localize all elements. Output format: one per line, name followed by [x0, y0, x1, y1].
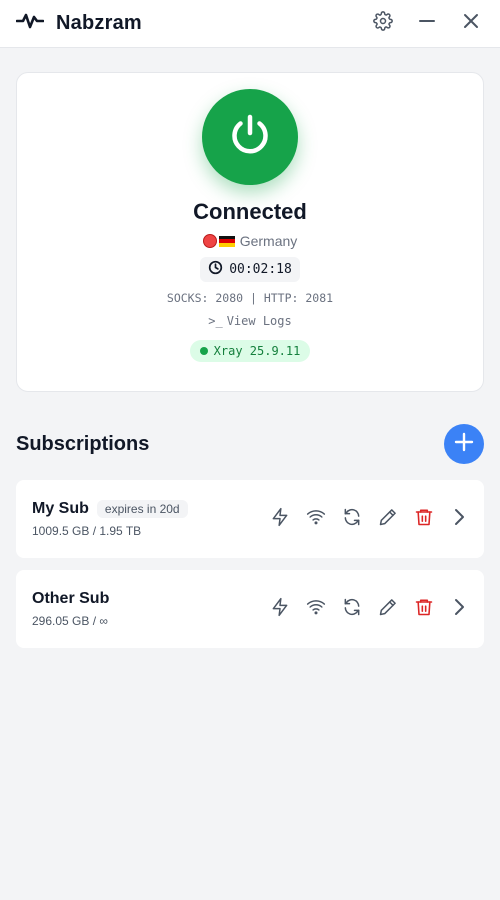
subscription-name-row: Other Sub — [32, 590, 109, 608]
subscription-info: My Sub expires in 20d 1009.5 GB / 1.95 T… — [32, 500, 188, 538]
subscription-usage: 296.05 GB / ∞ — [32, 614, 108, 628]
subscriptions-header: Subscriptions — [16, 424, 484, 464]
refresh-button[interactable] — [340, 597, 364, 621]
add-subscription-button[interactable] — [444, 424, 484, 464]
ping-button[interactable] — [304, 507, 328, 531]
server-location: Germany — [202, 233, 298, 249]
status-dot-icon — [199, 347, 208, 355]
subscription-card[interactable]: Other Sub 296.05 GB / ∞ — [16, 570, 484, 648]
connection-status: Connected — [193, 199, 307, 224]
subscription-actions — [268, 507, 468, 531]
expiry-badge: expires in 20d — [96, 500, 188, 518]
status-dot-icon — [202, 234, 217, 248]
plus-icon — [454, 432, 474, 457]
pencil-icon — [378, 597, 398, 622]
core-version-badge: Xray 25.9.11 — [189, 340, 311, 362]
brand: Nabzram — [15, 12, 142, 35]
connection-status-card: Connected Germany 00:02:18 SOCKS: 2080 |… — [16, 72, 484, 392]
title-bar: Nabzram — [0, 0, 500, 48]
delete-button[interactable] — [412, 507, 436, 531]
refresh-icon — [342, 507, 362, 532]
view-logs-label: View Logs — [226, 314, 292, 328]
chevron-right-icon — [452, 597, 466, 622]
edit-button[interactable] — [376, 597, 400, 621]
terminal-icon: >_ — [208, 314, 223, 328]
subscription-name: My Sub — [32, 500, 89, 517]
test-servers-button[interactable] — [268, 507, 292, 531]
proxy-ports: SOCKS: 2080 | HTTP: 2081 — [166, 291, 334, 305]
pencil-icon — [378, 507, 398, 532]
subscription-actions — [268, 597, 468, 621]
clock-icon — [208, 260, 223, 279]
window-controls — [370, 11, 484, 37]
test-servers-button[interactable] — [268, 597, 292, 621]
germany-flag-icon — [218, 235, 235, 247]
subscriptions-title: Subscriptions — [16, 432, 150, 455]
wifi-icon — [306, 597, 326, 622]
power-icon — [226, 111, 274, 164]
open-subscription-button[interactable] — [450, 597, 468, 621]
subscription-name-row: My Sub expires in 20d — [32, 500, 188, 518]
minimize-icon — [418, 12, 436, 35]
minimize-button[interactable] — [414, 11, 440, 37]
lightning-icon — [270, 507, 290, 532]
gear-icon — [373, 11, 393, 36]
pulse-icon — [15, 12, 45, 35]
trash-icon — [414, 507, 434, 532]
delete-button[interactable] — [412, 597, 436, 621]
uptime-value: 00:02:18 — [229, 262, 292, 277]
subscription-card[interactable]: My Sub expires in 20d 1009.5 GB / 1.95 T… — [16, 480, 484, 558]
lightning-icon — [270, 597, 290, 622]
close-button[interactable] — [458, 11, 484, 37]
settings-button[interactable] — [370, 11, 396, 37]
power-button[interactable] — [202, 89, 298, 185]
core-version: Xray 25.9.11 — [213, 344, 301, 358]
edit-button[interactable] — [376, 507, 400, 531]
uptime-timer: 00:02:18 — [200, 257, 300, 282]
wifi-icon — [306, 507, 326, 532]
close-icon — [462, 12, 480, 35]
trash-icon — [414, 597, 434, 622]
app-title: Nabzram — [56, 12, 142, 34]
refresh-icon — [342, 597, 362, 622]
subscription-usage: 1009.5 GB / 1.95 TB — [32, 524, 142, 538]
subscription-name: Other Sub — [32, 590, 110, 607]
refresh-button[interactable] — [340, 507, 364, 531]
subscription-info: Other Sub 296.05 GB / ∞ — [32, 590, 109, 628]
chevron-right-icon — [452, 507, 466, 532]
view-logs-link[interactable]: >_ View Logs — [208, 314, 291, 328]
ping-button[interactable] — [304, 597, 328, 621]
location-name: Germany — [239, 233, 298, 249]
open-subscription-button[interactable] — [450, 507, 468, 531]
